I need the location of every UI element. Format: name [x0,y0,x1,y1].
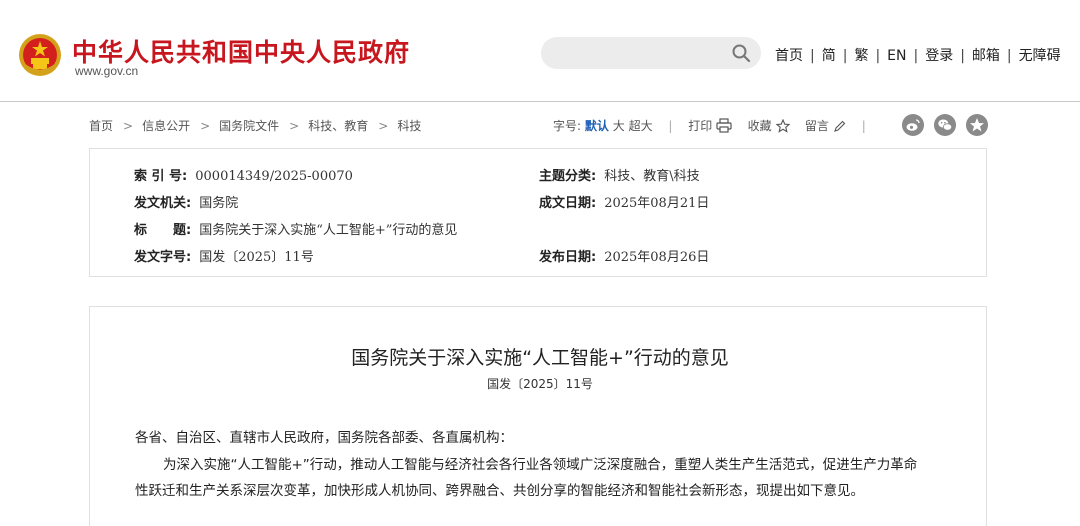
breadcrumb-info-public[interactable]: 信息公开 [142,119,190,133]
site-header: 中华人民共和国中央人民政府 www.gov.cn 首页 | 简 | 繁 | EN | 登录 | 邮箱… [0,0,1080,102]
favorite-label: 收藏 [747,119,772,133]
document-salutation: 各省、自治区、直辖市人民政府，国务院各部委、各直属机构： [135,430,513,446]
meta-topic-label: 主题分类: [539,169,597,184]
printer-icon [716,118,732,133]
nav-divider: | [913,48,919,64]
nav-divider: | [842,48,848,64]
search-box [541,37,761,69]
weibo-icon[interactable] [902,114,924,136]
chevron-right-icon: > [289,119,300,133]
meta-docnum-value: 国发〔2025〕11号 [199,250,314,265]
comment-button[interactable]: 留言 [805,119,846,133]
national-emblem-icon[interactable] [18,33,62,77]
meta-publish-date: 发布日期: 2025年08月26日 [539,246,709,265]
page-tools: 字号: 默认 大 超大 | 打印 收藏 留言 | [553,117,878,134]
font-size-default[interactable]: 默认 [585,119,609,133]
meta-written-date: 成文日期: 2025年08月21日 [539,192,709,211]
weibo-glyph [906,119,920,131]
font-size-large[interactable]: 大 [613,119,625,133]
meta-docnum-label: 发文字号: [134,250,192,265]
nav-mail[interactable]: 邮箱 [972,48,1000,64]
document-title: 国务院关于深入实施“人工智能+”行动的意见 [351,347,729,369]
meta-issuer: 发文机关: 国务院 [134,192,238,211]
nav-accessibility[interactable]: 无障碍 [1019,48,1061,64]
nav-simplified[interactable]: 简 [822,48,836,64]
meta-publish-value: 2025年08月26日 [604,250,710,265]
font-size-label: 字号: [553,119,582,133]
breadcrumb-tech[interactable]: 科技 [397,119,421,133]
search-input[interactable] [541,37,725,69]
wechat-glyph [938,119,953,131]
meta-title-value: 国务院关于深入实施“人工智能+”行动的意见 [199,223,458,238]
meta-title-label: 标 题: [134,223,192,238]
nav-english[interactable]: EN [887,48,906,64]
document-paragraph-line: 为深入实施“人工智能+”行动，推动人工智能与经济社会各行业各领域广泛深度融合，重… [163,457,918,473]
meta-topic: 主题分类: 科技、教育\科技 [539,165,700,184]
favorite-button[interactable]: 收藏 [748,119,790,133]
breadcrumb-home[interactable]: 首页 [89,119,113,133]
nav-divider: | [810,48,815,64]
meta-title: 标 题: 国务院关于深入实施“人工智能+”行动的意见 [134,219,457,238]
chevron-right-icon: > [378,119,389,133]
nav-divider: | [875,48,881,64]
nav-home[interactable]: 首页 [775,48,803,64]
comment-label: 留言 [804,119,829,133]
meta-written-label: 成文日期: [539,196,597,211]
meta-docnum: 发文字号: 国发〔2025〕11号 [134,246,314,265]
wechat-icon[interactable] [934,114,956,136]
meta-index-label: 索 引 号: [134,169,188,184]
breadcrumb-state-council-docs[interactable]: 国务院文件 [219,119,279,133]
nav-divider: | [960,48,965,64]
font-size-xlarge[interactable]: 超大 [629,119,653,133]
breadcrumb: 首页 > 信息公开 > 国务院文件 > 科技、教育 > 科技 [89,117,421,134]
print-button[interactable]: 打印 [688,118,732,133]
print-label: 打印 [688,119,713,133]
meta-index-value: 000014349/2025-00070 [195,169,353,184]
meta-topic-value: 科技、教育\科技 [604,169,700,184]
meta-written-value: 2025年08月21日 [604,196,710,211]
tools-divider: | [861,119,866,133]
search-icon[interactable] [731,43,751,63]
pencil-icon [833,120,846,132]
chevron-right-icon: > [123,119,134,133]
meta-issuer-value: 国务院 [199,196,239,211]
nav-divider: | [1006,48,1012,64]
meta-issuer-label: 发文机关: [134,196,192,211]
nav-traditional[interactable]: 繁 [854,48,868,64]
tools-divider: | [668,119,673,133]
qzone-icon[interactable] [966,114,988,136]
meta-index: 索 引 号: 000014349/2025-00070 [134,165,353,184]
nav-login[interactable]: 登录 [925,48,953,64]
breadcrumb-sci-edu[interactable]: 科技、教育 [308,119,368,133]
chevron-right-icon: > [200,119,211,133]
site-domain: www.gov.cn [75,64,139,78]
document-paragraph-line: 性跃迁和生产关系深层次变革，加快形成人机协同、跨界融合、共创分享的智能经济和智能… [135,483,864,499]
star-icon [775,119,790,133]
qzone-glyph [970,118,984,132]
top-nav: 首页 | 简 | 繁 | EN | 登录 | 邮箱 | 无障碍 [775,45,1061,65]
meta-publish-label: 发布日期: [539,250,597,265]
document-number: 国发〔2025〕11号 [487,377,593,391]
